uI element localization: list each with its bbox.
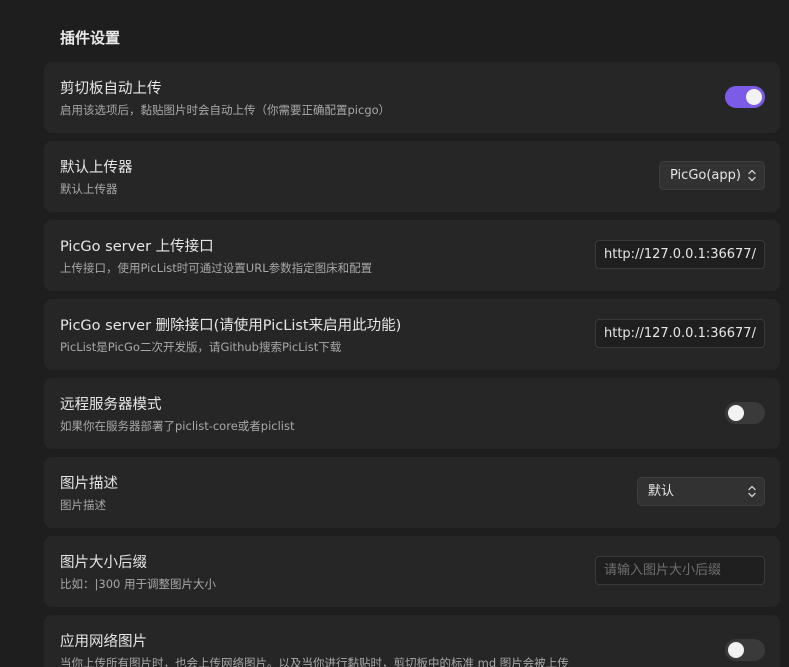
setting-remote-server-mode: 远程服务器模式 如果你在服务器部署了piclist-core或者piclist — [44, 378, 780, 449]
setting-default-uploader: 默认上传器 默认上传器 PicGo(app) — [44, 141, 780, 212]
setting-name: 图片大小后缀 — [60, 555, 147, 571]
toggle-knob — [728, 405, 744, 421]
plugin-settings-page: 插件设置 剪切板自动上传 启用该选项后，黏贴图片时会自动上传（你需要正确配置pi… — [0, 0, 789, 667]
setting-name: PicGo server 上传接口 — [60, 239, 214, 255]
setting-description: PicList是PicGo二次开发版，请Github搜索PicList下载 — [60, 340, 342, 354]
remote-server-mode-toggle[interactable] — [725, 402, 765, 424]
setting-clipboard-auto-upload: 剪切板自动上传 启用该选项后，黏贴图片时会自动上传（你需要正确配置picgo） — [44, 62, 780, 133]
setting-description: 上传接口，使用PicList时可通过设置URL参数指定图床和配置 — [60, 261, 373, 275]
setting-name: 应用网络图片 — [60, 634, 147, 650]
setting-apply-network-images: 应用网络图片 当你上传所有图片时，也会上传网络图片。以及当你进行黏贴时，剪切板中… — [44, 615, 780, 667]
select-value: PicGo(app) — [670, 168, 741, 183]
apply-network-images-toggle[interactable] — [725, 639, 765, 661]
setting-image-description: 图片描述 图片描述 默认 — [44, 457, 780, 528]
delete-endpoint-input[interactable] — [595, 319, 765, 348]
setting-description: 默认上传器 — [60, 182, 118, 196]
setting-upload-endpoint: PicGo server 上传接口 上传接口，使用PicList时可通过设置UR… — [44, 220, 780, 291]
setting-description: 如果你在服务器部署了piclist-core或者piclist — [60, 419, 295, 433]
default-uploader-select[interactable]: PicGo(app) — [659, 161, 765, 190]
chevron-up-down-icon — [748, 485, 756, 498]
setting-name: 剪切板自动上传 — [60, 81, 162, 97]
upload-endpoint-input[interactable] — [595, 240, 765, 269]
setting-description: 当你上传所有图片时，也会上传网络图片。以及当你进行黏贴时，剪切板中的标准 md … — [60, 656, 569, 667]
setting-name: 远程服务器模式 — [60, 397, 162, 413]
image-size-suffix-input[interactable] — [595, 556, 765, 585]
setting-name: 默认上传器 — [60, 160, 133, 176]
chevron-up-down-icon — [748, 169, 756, 182]
setting-image-size-suffix: 图片大小后缀 比如：|300 用于调整图片大小 — [44, 536, 780, 607]
select-value: 默认 — [648, 484, 675, 499]
section-title: 插件设置 — [60, 29, 121, 47]
toggle-knob — [746, 89, 762, 105]
setting-name: 图片描述 — [60, 476, 118, 492]
setting-description: 图片描述 — [60, 498, 106, 512]
setting-name: PicGo server 删除接口(请使用PicList来启用此功能) — [60, 318, 402, 334]
setting-description: 比如：|300 用于调整图片大小 — [60, 577, 216, 591]
toggle-knob — [728, 642, 744, 658]
image-description-select[interactable]: 默认 — [637, 477, 765, 506]
clipboard-auto-upload-toggle[interactable] — [725, 86, 765, 108]
setting-delete-endpoint: PicGo server 删除接口(请使用PicList来启用此功能) PicL… — [44, 299, 780, 370]
setting-description: 启用该选项后，黏贴图片时会自动上传（你需要正确配置picgo） — [60, 103, 391, 117]
